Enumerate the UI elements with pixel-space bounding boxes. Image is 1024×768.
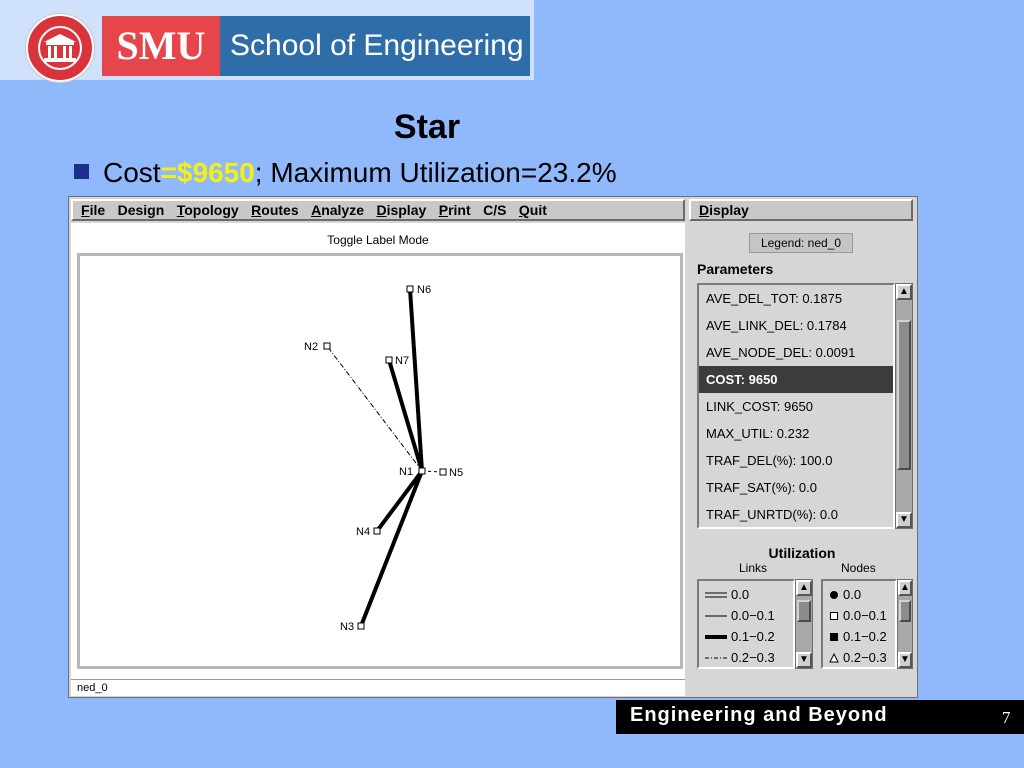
menu-display-right[interactable]: Display [699,201,749,219]
svg-text:N6: N6 [417,284,431,296]
scroll-up-icon[interactable]: ▲ [898,580,912,596]
links-level-item: 0.0 [705,583,793,604]
triangle-icon [829,652,839,663]
svg-text:N7: N7 [395,355,409,367]
nodes-scrollbar[interactable]: ▲ ▼ [897,579,913,669]
link-n1-n4 [375,469,424,533]
scroll-down-icon[interactable]: ▼ [898,652,912,668]
topology-panel: Toggle Label Mode N6 N2 N7 N1 N5 N4 N3 [71,223,685,679]
building-icon [44,34,76,62]
display-side-panel: Legend: ned_0 Parameters AVE_DEL_TOT: 0.… [689,223,915,695]
links-utilization-list[interactable]: 0.0 0.0−0.1 0.1−0.2 0.2−0.3 [697,579,795,669]
scroll-thumb[interactable] [897,320,911,470]
param-item[interactable]: AVE_LINK_DEL: 0.1784 [699,312,893,339]
nodes-level-item: 0.1−0.2 [829,625,895,646]
param-item[interactable]: AVE_DEL_TOT: 0.1875 [699,285,893,312]
nodes-level-item: 0.2−0.3 [829,646,895,667]
param-item[interactable]: AVE_NODE_DEL: 0.0091 [699,339,893,366]
display-menubar: Display [689,199,913,221]
page-number: 7 [1002,708,1011,727]
bullet-square-icon [74,164,89,179]
links-level-item: 0.2−0.3 [705,646,793,667]
scroll-thumb[interactable] [899,600,911,622]
param-item[interactable]: TRAF_UNRTD(%): 0.0 [699,501,893,527]
menu-design[interactable]: Design [118,201,165,219]
parameters-list[interactable]: AVE_DEL_TOT: 0.1875 AVE_LINK_DEL: 0.1784… [697,283,895,529]
toggle-label-mode-button[interactable]: Toggle Label Mode [71,233,685,247]
status-text: ned_0 [77,682,108,694]
param-item-selected[interactable]: COST: 9650 [699,366,893,393]
double-line-icon [705,592,727,598]
scroll-down-icon[interactable]: ▼ [896,512,912,528]
links-scrollbar[interactable]: ▲ ▼ [795,579,813,669]
param-item[interactable]: MAX_UTIL: 0.232 [699,420,893,447]
network-graph[interactable]: N6 N2 N7 N1 N5 N4 N3 [80,256,680,666]
menu-routes[interactable]: Routes [251,201,298,219]
menu-cs[interactable]: C/S [483,201,506,219]
menu-print[interactable]: Print [439,201,471,219]
thin-line-icon [705,615,727,617]
smu-seal-logo [26,14,94,82]
node-n2[interactable]: N2 [304,341,331,353]
nodes-level-item: 0.0−0.1 [829,604,895,625]
header-banner: SMU School of Engineering [0,0,534,82]
links-label: Links [739,561,768,575]
menu-display[interactable]: Display [376,201,426,219]
topology-canvas[interactable]: N6 N2 N7 N1 N5 N4 N3 [77,253,683,669]
svg-text:N3: N3 [340,621,354,633]
status-bar: ned_0 [71,679,685,696]
parameters-scrollbar[interactable]: ▲ ▼ [895,283,913,529]
svg-text:N1: N1 [399,466,413,478]
menu-quit[interactable]: Quit [519,201,547,219]
school-name: School of Engineering [220,16,530,76]
param-item[interactable]: TRAF_DEL(%): 100.0 [699,447,893,474]
svg-text:N2: N2 [304,341,318,353]
menu-analyze[interactable]: Analyze [311,201,364,219]
node-n5[interactable]: N5 [439,467,463,479]
utilization-title: Utilization [768,545,836,561]
menu-file[interactable]: File [81,201,105,219]
node-n4[interactable]: N4 [356,526,381,538]
nodes-utilization-list[interactable]: 0.0 0.0−0.1 0.1−0.2 0.2−0.3 [821,579,897,669]
svg-text:N5: N5 [449,467,463,479]
footer-bar: Engineering and Beyond 7 [616,700,1024,734]
cost-label: Cost [103,157,161,188]
node-n3[interactable]: N3 [340,621,365,633]
scroll-thumb[interactable] [797,600,811,622]
slide-title: Star [393,108,461,146]
links-level-item: 0.0−0.1 [705,604,793,625]
network-design-window: File Design Topology Routes Analyze Disp… [68,196,918,698]
nodes-level-item: 0.0 [829,583,895,604]
thick-line-icon [705,634,727,639]
filled-square-icon [830,632,838,641]
param-item[interactable]: LINK_COST: 9650 [699,393,893,420]
link-n1-n3 [359,470,424,627]
cost-value: =$9650 [160,157,255,188]
param-item[interactable]: TRAF_SAT(%): 0.0 [699,474,893,501]
smu-logo-text: SMU [102,16,220,76]
footer-tagline: Engineering and Beyond [630,704,888,726]
max-utilization-text: ; Maximum Utilization=23.2% [254,157,617,188]
links-level-item: 0.1−0.2 [705,625,793,646]
bullet-line: Cost=$9650; Maximum Utilization=23.2% [74,157,617,189]
parameters-title: Parameters [697,261,774,277]
nodes-label: Nodes [841,561,876,575]
scroll-down-icon[interactable]: ▼ [796,652,812,668]
scroll-up-icon[interactable]: ▲ [796,580,812,596]
legend-button[interactable]: Legend: ned_0 [749,233,853,253]
filled-circle-icon [830,590,838,599]
scroll-up-icon[interactable]: ▲ [896,284,912,300]
hollow-square-icon [830,611,838,620]
svg-text:N4: N4 [356,526,370,538]
main-menubar: File Design Topology Routes Analyze Disp… [71,199,685,221]
menu-topology[interactable]: Topology [177,201,239,219]
dashdot-line-icon [705,657,727,659]
